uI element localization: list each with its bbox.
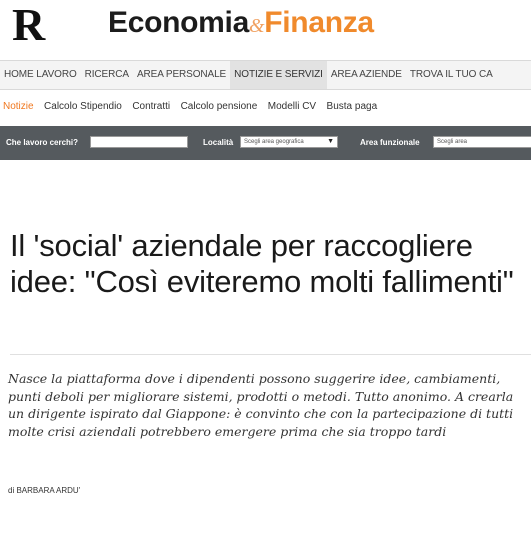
subnav-busta-paga[interactable]: Busta paga — [324, 97, 381, 117]
economia-finanza-logo[interactable]: Economia&Finanza — [108, 6, 374, 43]
nav-notizie-e-servizi[interactable]: NOTIZIE E SERVIZI — [230, 61, 327, 89]
site-header: R Economia&Finanza — [0, 0, 531, 54]
subnav-calcolo-pensione[interactable]: Calcolo pensione — [178, 97, 261, 117]
brand-ampersand: & — [248, 15, 265, 37]
article-headline: Il 'social' aziendale per raccogliere id… — [10, 228, 514, 299]
location-label: Località — [203, 138, 234, 147]
job-search-label: Che lavoro cerchi? — [6, 138, 79, 147]
nav-area-personale[interactable]: AREA PERSONALE — [133, 61, 230, 89]
nav-area-aziende[interactable]: AREA AZIENDE — [327, 61, 406, 89]
repubblica-logo[interactable]: R — [12, 0, 45, 50]
job-search-input[interactable] — [90, 136, 188, 148]
subnav-notizie[interactable]: Notizie — [0, 97, 37, 117]
article-summary: Nasce la piattaforma dove i dipendenti p… — [8, 371, 514, 439]
job-search-bar: Che lavoro cerchi? Località Scegli area … — [0, 126, 531, 160]
brand-economia: Economia — [108, 6, 249, 39]
subnav-contratti[interactable]: Contratti — [129, 97, 173, 117]
headline-divider — [10, 354, 531, 355]
subnav-calcolo-stipendio[interactable]: Calcolo Stipendio — [41, 97, 125, 117]
subnav-modelli-cv[interactable]: Modelli CV — [265, 97, 319, 117]
location-select-value: Scegli area geografica — [244, 139, 304, 145]
nav-trova-il-tuo[interactable]: TROVA IL TUO CA — [406, 61, 497, 89]
nav-ricerca[interactable]: RICERCA — [81, 61, 133, 89]
main-navigation: HOME LAVORO RICERCA AREA PERSONALE NOTIZIE … — [0, 60, 531, 90]
area-funzionale-select-value: Scegli area — [437, 139, 468, 145]
brand-finanza: Finanza — [264, 6, 374, 39]
area-funzionale-select[interactable]: Scegli area — [433, 136, 531, 148]
area-funzionale-label: Area funzionale — [360, 138, 420, 147]
article-byline: di BARBARA ARDU' — [8, 486, 81, 495]
dropdown-arrow-icon: ▼ — [327, 138, 334, 145]
nav-home-lavoro[interactable]: HOME LAVORO — [0, 61, 81, 89]
sub-navigation: Notizie Calcolo Stipendio Contratti Calc… — [0, 96, 380, 116]
location-select[interactable]: Scegli area geografica ▼ — [240, 136, 338, 148]
